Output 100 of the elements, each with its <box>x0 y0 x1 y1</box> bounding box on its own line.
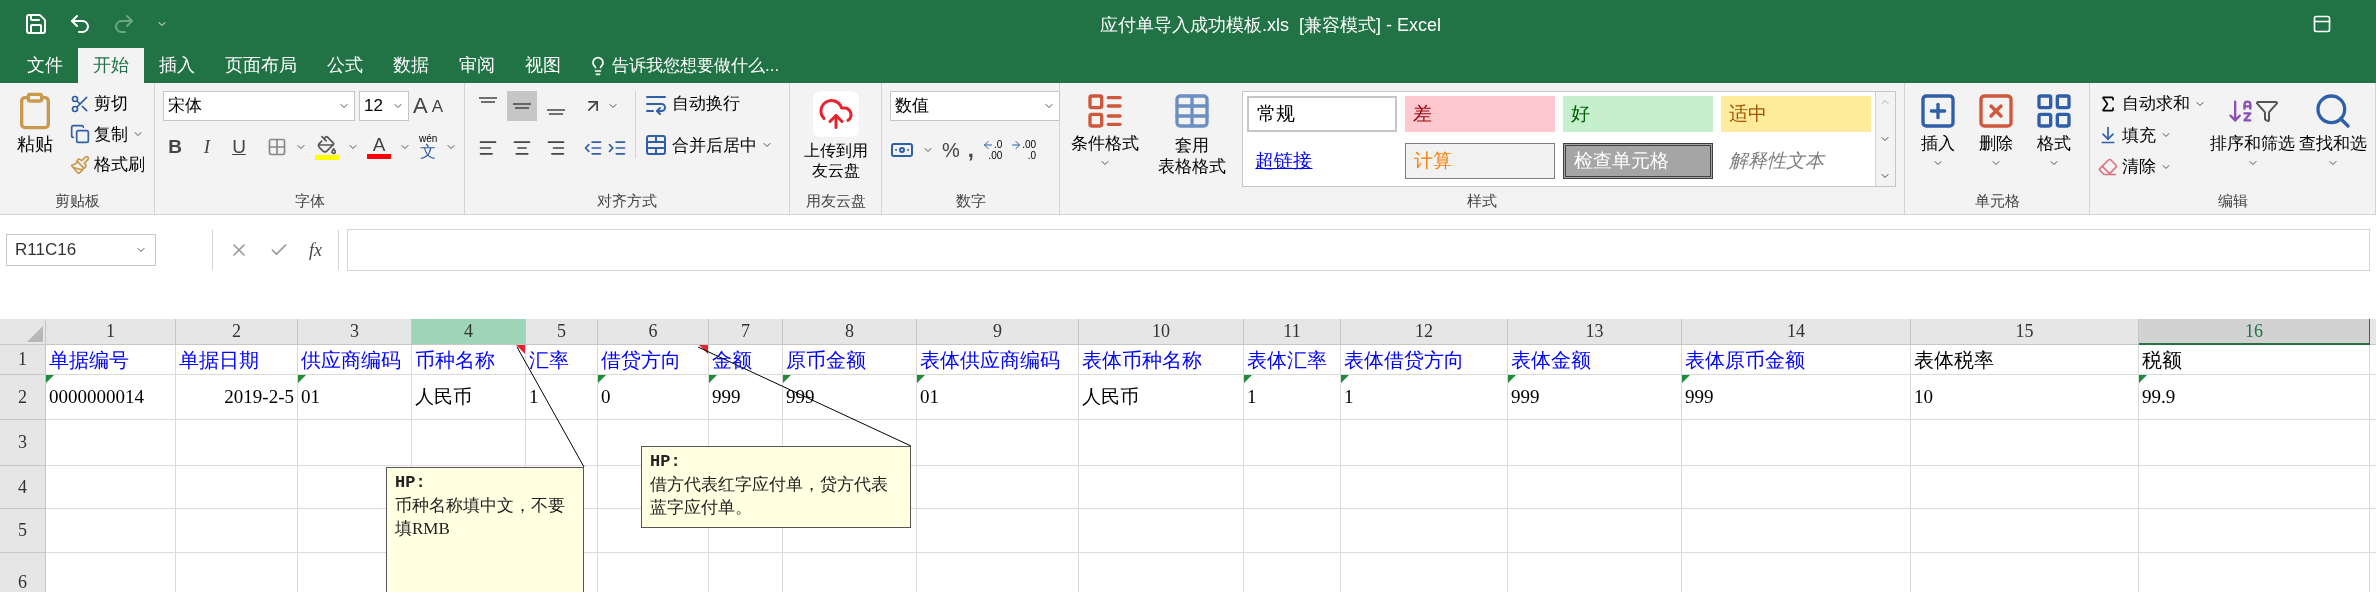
table-cell[interactable]: 人民币 <box>412 375 526 420</box>
increase-decimal-button[interactable]: .0 .00 <box>981 138 1003 161</box>
table-cell[interactable]: 01 <box>917 375 1079 420</box>
table-cell[interactable] <box>1341 420 1508 466</box>
column-header[interactable]: 11 <box>1244 319 1341 345</box>
table-cell[interactable] <box>1682 420 1911 466</box>
autosum-button[interactable]: 自动求和 <box>2098 91 2206 117</box>
column-header[interactable]: 8 <box>783 319 917 345</box>
ribbon-tab[interactable]: 视图 <box>510 48 576 83</box>
ribbon-tab[interactable]: 插入 <box>144 48 210 83</box>
table-cell[interactable]: 2019-2-5 <box>176 375 298 420</box>
save-icon[interactable] <box>24 12 48 36</box>
table-cell[interactable]: 0 <box>598 375 709 420</box>
phonetic-button[interactable]: 文 <box>420 144 437 161</box>
wrap-text-button[interactable]: 自动换行 <box>644 91 773 117</box>
font-name-field[interactable]: 宋体 <box>163 91 355 121</box>
cut-button[interactable]: 剪切 <box>70 91 145 117</box>
row-header[interactable]: 6 <box>0 553 46 592</box>
table-cell[interactable] <box>176 509 298 553</box>
insert-function-button[interactable]: fx <box>309 236 322 264</box>
table-cell[interactable] <box>412 420 526 466</box>
column-header[interactable]: 7 <box>709 319 783 345</box>
table-cell[interactable] <box>1682 466 1911 509</box>
fill-button[interactable]: 填充 <box>2098 122 2206 148</box>
table-cell[interactable] <box>1911 466 2139 509</box>
row-header[interactable]: 2 <box>0 375 46 420</box>
row-header[interactable]: 3 <box>0 420 46 466</box>
table-cell[interactable]: 999 <box>1682 375 1911 420</box>
percent-button[interactable]: % <box>942 134 960 165</box>
table-cell[interactable]: 999 <box>1508 375 1682 420</box>
row-header[interactable]: 5 <box>0 509 46 553</box>
gallery-scrollbar[interactable] <box>1875 92 1895 186</box>
table-cell[interactable] <box>1079 466 1244 509</box>
column-header[interactable]: 3 <box>298 319 412 345</box>
table-cell[interactable] <box>298 420 412 466</box>
format-as-table-button[interactable]: 套用 表格格式 <box>1150 91 1235 178</box>
vertical-align-button[interactable] <box>507 91 537 121</box>
bold-button[interactable]: B <box>163 133 187 162</box>
column-header[interactable]: 15 <box>1911 319 2139 345</box>
comma-button[interactable]: , <box>967 133 974 166</box>
cell-action-button[interactable]: 删除 <box>1971 91 2021 169</box>
table-cell[interactable]: 表体币种名称 <box>1079 345 1244 375</box>
table-cell[interactable]: 表体金额 <box>1508 345 1682 375</box>
table-cell[interactable]: 1 <box>1341 375 1508 420</box>
table-cell[interactable]: 表体税率 <box>1911 345 2139 375</box>
cell-style-option[interactable]: 适中 <box>1721 96 1871 132</box>
cell-style-option[interactable]: 差 <box>1405 96 1556 132</box>
cell-action-button[interactable]: 插入 <box>1913 91 1963 169</box>
ribbon-tab[interactable]: 开始 <box>78 48 144 83</box>
column-header[interactable]: 16 <box>2139 319 2370 345</box>
upload-cloud-button[interactable]: 上传到用友云盘 <box>798 91 873 181</box>
table-cell[interactable] <box>917 509 1079 553</box>
table-cell[interactable] <box>1079 509 1244 553</box>
grow-font-button[interactable]: A <box>413 95 428 117</box>
table-cell[interactable]: 借贷方向 <box>598 345 709 375</box>
column-header[interactable]: 1 <box>46 319 176 345</box>
table-cell[interactable] <box>176 420 298 466</box>
tell-me-field[interactable]: 告诉我您想要做什么... <box>612 52 780 79</box>
table-cell[interactable] <box>917 420 1079 466</box>
column-header[interactable]: 2 <box>176 319 298 345</box>
table-cell[interactable]: 供应商编码 <box>298 345 412 375</box>
column-header[interactable]: 13 <box>1508 319 1682 345</box>
table-cell[interactable] <box>1911 509 2139 553</box>
paste-button[interactable]: 粘贴 <box>8 91 62 158</box>
table-cell[interactable]: 0000000014 <box>46 375 176 420</box>
table-cell[interactable]: 单据编号 <box>46 345 176 375</box>
decrease-decimal-button[interactable]: .00 .0 <box>1010 138 1037 161</box>
table-cell[interactable] <box>1911 420 2139 466</box>
name-box-field[interactable]: R11C16 <box>6 234 156 266</box>
table-cell[interactable] <box>176 466 298 509</box>
shrink-font-button[interactable]: A <box>431 97 444 115</box>
table-cell[interactable] <box>1508 466 1682 509</box>
italic-button[interactable]: I <box>195 133 219 162</box>
table-cell[interactable]: 原币金额 <box>783 345 917 375</box>
table-cell[interactable] <box>526 420 598 466</box>
table-cell[interactable]: 表体汇率 <box>1244 345 1341 375</box>
table-cell[interactable] <box>46 420 176 466</box>
table-cell[interactable] <box>917 466 1079 509</box>
table-cell[interactable]: 01 <box>298 375 412 420</box>
table-cell[interactable] <box>2139 509 2370 553</box>
column-header[interactable]: 9 <box>917 319 1079 345</box>
clear-button[interactable]: 清除 <box>2098 154 2206 180</box>
ribbon-display-icon[interactable] <box>2312 14 2332 34</box>
format-painter-button[interactable]: 格式刷 <box>70 152 145 178</box>
increase-indent-icon[interactable] <box>607 138 627 158</box>
table-cell[interactable]: 表体借贷方向 <box>1341 345 1508 375</box>
fill-color-button[interactable] <box>315 134 339 160</box>
table-cell[interactable] <box>1508 420 1682 466</box>
table-cell[interactable]: 999 <box>709 375 783 420</box>
table-cell[interactable]: 单据日期 <box>176 345 298 375</box>
table-cell[interactable]: 10 <box>1911 375 2139 420</box>
ribbon-tab[interactable]: 页面布局 <box>210 48 312 83</box>
merge-center-button[interactable]: 合并后居中 <box>644 132 773 158</box>
table-cell[interactable] <box>1508 509 1682 553</box>
table-cell[interactable]: 1 <box>526 375 598 420</box>
table-cell[interactable]: 汇率 <box>526 345 598 375</box>
copy-button[interactable]: 复制 <box>70 121 145 147</box>
table-cell[interactable] <box>2139 420 2370 466</box>
table-cell[interactable]: 1 <box>1244 375 1341 420</box>
column-header[interactable]: 5 <box>526 319 598 345</box>
